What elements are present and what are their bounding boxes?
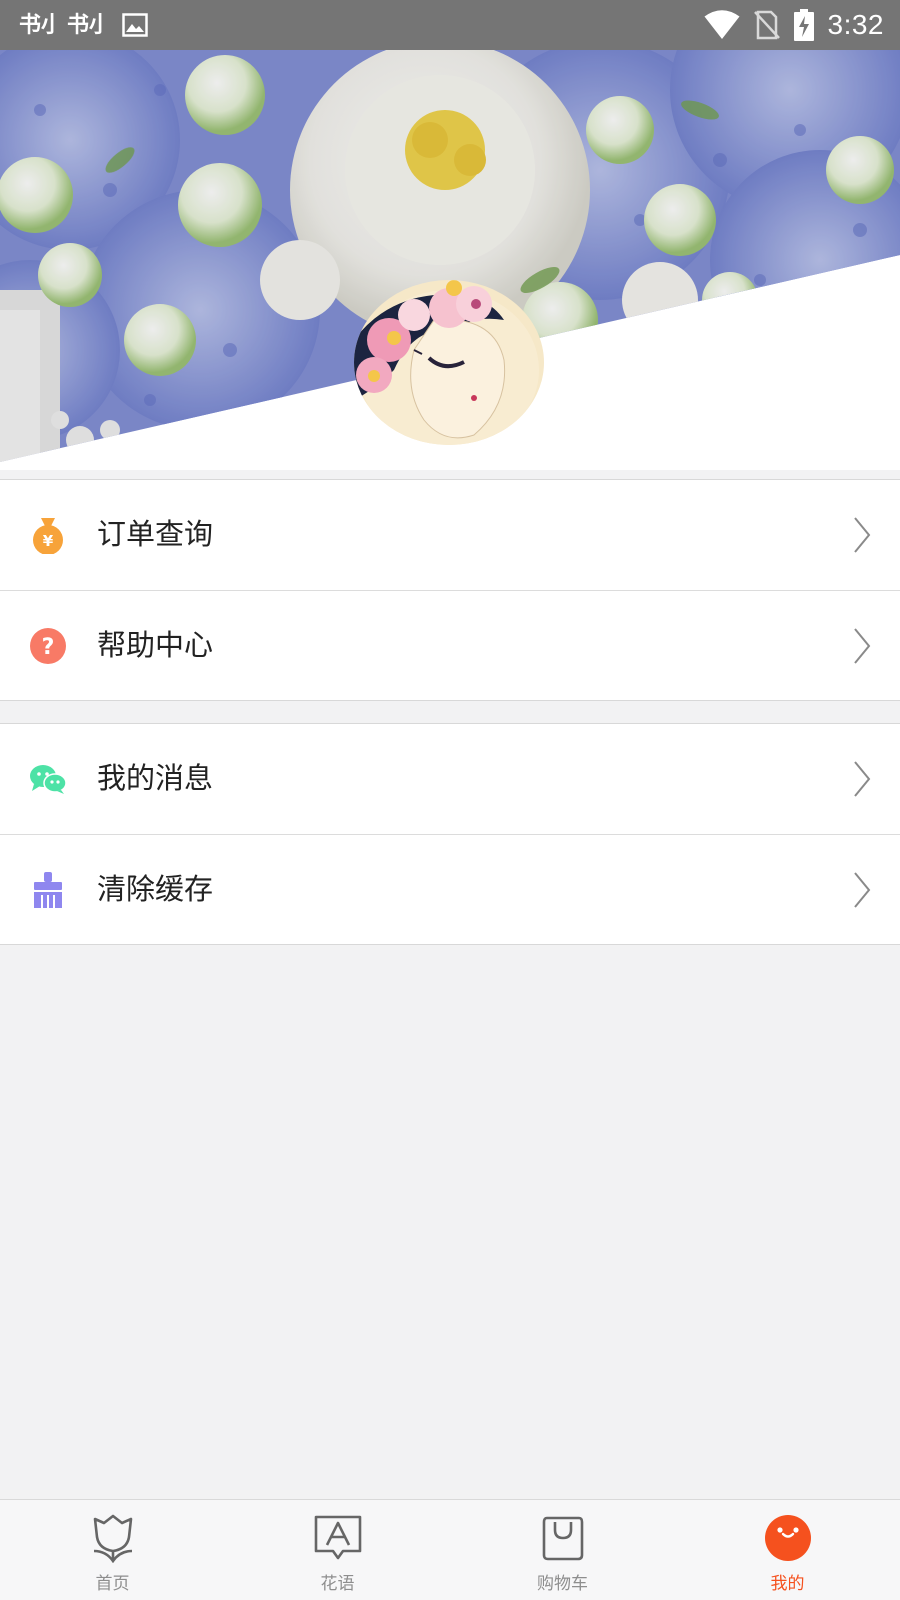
notification-icons: 书小说 书小说 bbox=[18, 8, 164, 42]
menu-item-label: 我的消息 bbox=[97, 761, 214, 795]
profile-header bbox=[0, 50, 900, 470]
nav-label: 首页 bbox=[95, 1574, 130, 1594]
menu-item-label: 订单查询 bbox=[97, 517, 214, 551]
tab-flower-language[interactable]: 花语 bbox=[225, 1500, 450, 1600]
menu-group-messages-cache: 我的消息 清除缓存 bbox=[0, 723, 900, 945]
menu-item-label: 帮助中心 bbox=[97, 628, 214, 662]
svg-text:?: ? bbox=[42, 635, 55, 660]
wifi-icon bbox=[690, 10, 740, 40]
menu-item-my-messages[interactable]: 我的消息 bbox=[0, 724, 900, 834]
bottom-navigation: 首页 花语 购物车 我的 bbox=[0, 1499, 900, 1600]
tab-shopping-cart[interactable]: 购物车 bbox=[450, 1500, 675, 1600]
menu-item-clear-cache[interactable]: 清除缓存 bbox=[0, 834, 900, 944]
brush-icon bbox=[29, 871, 67, 909]
chevron-right-icon bbox=[852, 870, 872, 910]
tab-home[interactable]: 首页 bbox=[0, 1500, 225, 1600]
system-status-icons: 3:32 bbox=[690, 9, 885, 41]
letter-a-icon bbox=[313, 1513, 363, 1563]
tab-mine[interactable]: 我的 bbox=[675, 1500, 900, 1600]
nav-label: 我的 bbox=[770, 1574, 805, 1594]
battery-charging-icon bbox=[780, 9, 814, 41]
nav-label: 花语 bbox=[320, 1574, 355, 1594]
money-bag-icon: ¥ bbox=[29, 516, 67, 554]
menu-item-order-query[interactable]: ¥ 订单查询 bbox=[0, 480, 900, 590]
shopping-bag-icon bbox=[538, 1513, 588, 1563]
svg-text:¥: ¥ bbox=[43, 532, 54, 550]
book-novel-app-icon: 书小说 bbox=[18, 8, 56, 42]
chevron-right-icon bbox=[852, 759, 872, 799]
chevron-right-icon bbox=[852, 626, 872, 666]
no-sim-icon bbox=[740, 10, 780, 40]
gallery-icon bbox=[116, 8, 154, 42]
menu-group-orders-help: ¥ 订单查询 ? 帮助中心 bbox=[0, 479, 900, 701]
status-time: 3:32 bbox=[827, 9, 884, 40]
help-icon: ? bbox=[29, 627, 67, 665]
avatar[interactable] bbox=[354, 280, 544, 445]
menu-item-help-center[interactable]: ? 帮助中心 bbox=[0, 590, 900, 700]
tulip-icon bbox=[88, 1513, 138, 1563]
svg-text:书小说: 书小说 bbox=[19, 12, 55, 38]
book-novel-app-icon: 书小说 bbox=[66, 8, 104, 42]
chat-bubbles-icon bbox=[29, 760, 67, 798]
nav-label: 购物车 bbox=[537, 1574, 588, 1594]
chevron-right-icon bbox=[852, 515, 872, 555]
menu-item-label: 清除缓存 bbox=[97, 872, 214, 906]
svg-text:书小说: 书小说 bbox=[67, 12, 103, 38]
smiley-face-icon bbox=[763, 1513, 813, 1563]
status-bar: 书小说 书小说 bbox=[0, 0, 900, 50]
